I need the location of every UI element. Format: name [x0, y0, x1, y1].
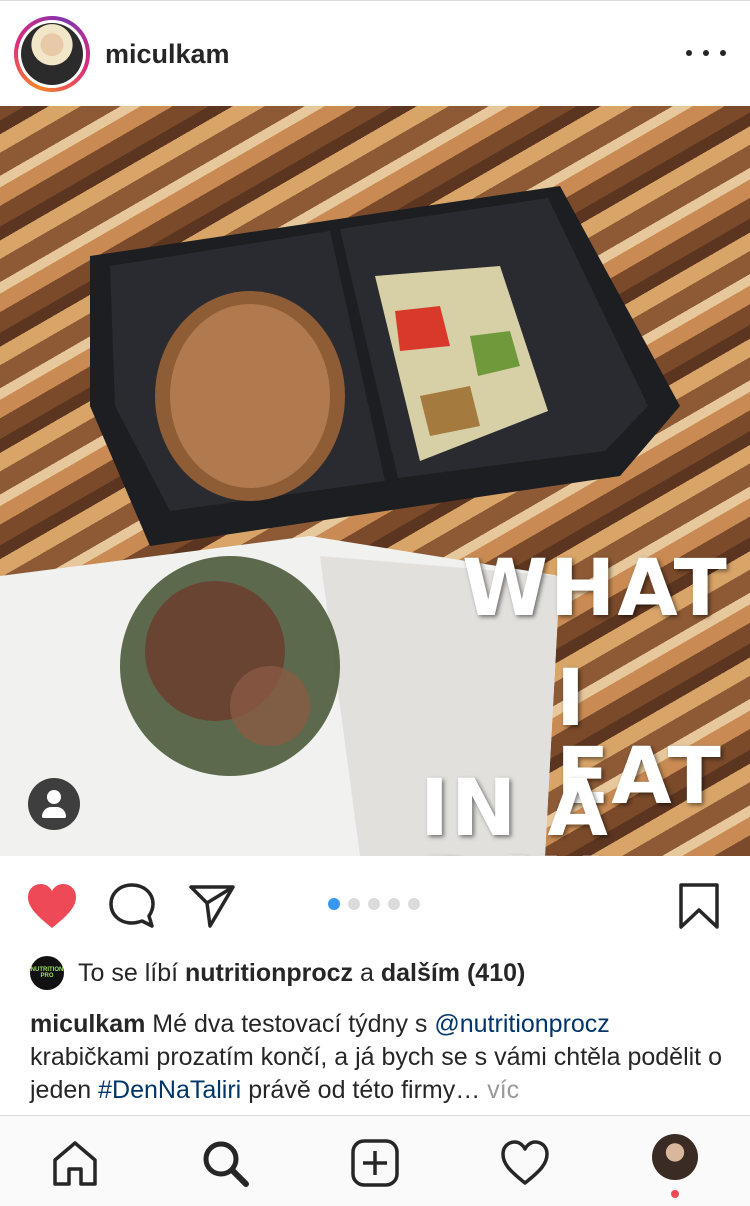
- post-image[interactable]: WHAT I EAT IN A DAY: [0, 106, 750, 856]
- paper-plane-icon[interactable]: [188, 883, 236, 929]
- overlay-text-line-1: WHAT: [462, 544, 729, 634]
- heart-filled-icon[interactable]: [26, 882, 78, 930]
- carousel-dot: [328, 898, 340, 910]
- comment-icon[interactable]: [108, 882, 156, 930]
- post-username[interactable]: miculkam: [105, 39, 230, 70]
- caption-username[interactable]: miculkam: [30, 1010, 145, 1038]
- activity-heart-icon[interactable]: [500, 1138, 550, 1188]
- more-horizontal-icon[interactable]: [686, 41, 726, 65]
- overlay-text-line-3: IN A DAY: [420, 764, 610, 856]
- home-icon[interactable]: [50, 1138, 100, 1188]
- avatar-border: [18, 20, 86, 88]
- likes-user-link[interactable]: nutritionprocz: [185, 959, 353, 988]
- notification-dot: [671, 1190, 679, 1198]
- likes-others-link[interactable]: dalším (410): [381, 959, 526, 988]
- caption-text-1: Mé dva testovací týdny s: [145, 1010, 435, 1038]
- add-post-icon[interactable]: [350, 1138, 400, 1188]
- caption-hashtag-link[interactable]: #DenNaTaliri: [98, 1076, 241, 1104]
- post-caption: miculkam Mé dva testovací týdny s @nutri…: [30, 1008, 725, 1107]
- liker-avatar[interactable]: NUTRITION PRO: [30, 956, 64, 990]
- post-header: miculkam: [0, 0, 750, 106]
- profile-avatar: [21, 23, 83, 85]
- carousel-dot: [348, 898, 360, 910]
- likes-connector: a: [353, 958, 381, 987]
- bottom-tab-bar: [0, 1115, 750, 1206]
- carousel-dot: [408, 898, 420, 910]
- likes-prefix: To se líbí: [78, 958, 185, 987]
- likes-summary[interactable]: NUTRITION PRO To se líbí nutritionprocz …: [30, 955, 525, 991]
- caption-mention-link[interactable]: @nutritionprocz: [434, 1010, 609, 1038]
- profile-avatar[interactable]: [652, 1134, 698, 1180]
- person-tag-icon[interactable]: [28, 778, 80, 830]
- search-icon[interactable]: [200, 1138, 250, 1188]
- carousel-dot: [388, 898, 400, 910]
- carousel-dot: [368, 898, 380, 910]
- caption-more-link[interactable]: víc: [487, 1076, 519, 1104]
- bookmark-icon[interactable]: [678, 882, 720, 930]
- caption-text-3: právě od této firmy…: [241, 1076, 488, 1104]
- profile-avatar-ring[interactable]: [14, 16, 90, 92]
- carousel-indicator: [328, 898, 420, 910]
